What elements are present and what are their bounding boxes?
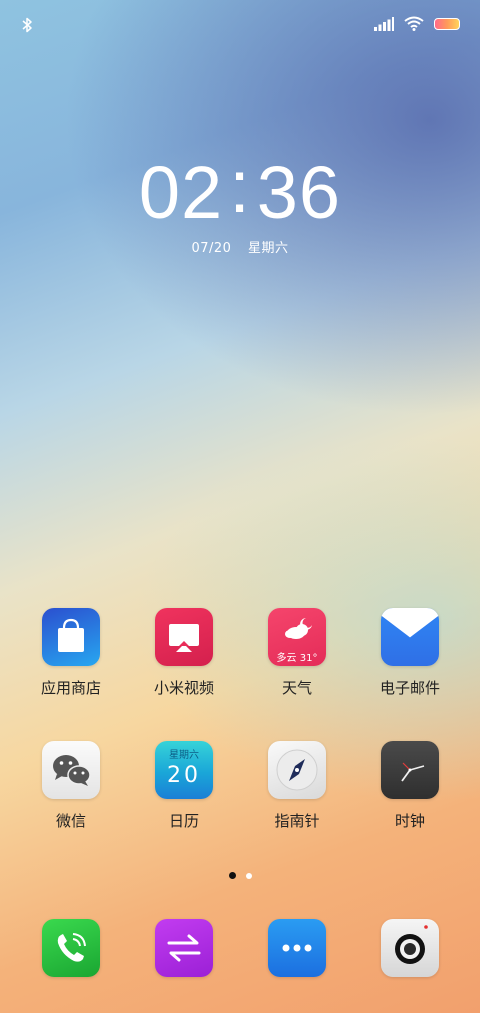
date-text: 07/20 bbox=[191, 241, 232, 256]
calendar-icon: 星期六 20 bbox=[155, 741, 213, 799]
page-indicator bbox=[0, 872, 480, 879]
app-mi-video[interactable]: 小米视频 bbox=[134, 608, 234, 698]
messages-dots-icon bbox=[268, 919, 326, 977]
app-label: 时钟 bbox=[394, 812, 425, 830]
app-label: 指南针 bbox=[274, 812, 320, 830]
calendar-weekday: 星期六 bbox=[169, 750, 199, 761]
clock-icon bbox=[381, 741, 439, 799]
dock-transfer[interactable] bbox=[134, 919, 234, 977]
app-calendar[interactable]: 星期六 20 日历 bbox=[134, 741, 234, 831]
weather-badge: 多云 31° bbox=[276, 653, 318, 664]
status-bar bbox=[0, 0, 480, 50]
app-label: 日历 bbox=[168, 812, 199, 830]
status-indicators bbox=[374, 16, 460, 31]
compass-icon bbox=[268, 741, 326, 799]
app-label: 电子邮件 bbox=[379, 679, 440, 697]
mail-envelope-icon bbox=[381, 608, 439, 666]
wechat-icon bbox=[42, 741, 100, 799]
bluetooth-icon bbox=[22, 17, 32, 33]
app-email[interactable]: 电子邮件 bbox=[360, 608, 460, 698]
date-row: 07/20 星期六 bbox=[0, 237, 480, 256]
clock-minutes: 36 bbox=[256, 151, 342, 234]
app-label: 应用商店 bbox=[40, 679, 101, 697]
transfer-arrows-icon bbox=[155, 919, 213, 977]
clock-colon: : bbox=[229, 145, 251, 228]
weather-cloud-moon-icon: 多云 31° bbox=[268, 608, 326, 666]
shopping-bag-icon bbox=[42, 608, 100, 666]
camera-icon bbox=[381, 919, 439, 977]
page-dot-2[interactable] bbox=[245, 872, 252, 879]
app-clock[interactable]: 时钟 bbox=[360, 741, 460, 831]
page-dot-1[interactable] bbox=[228, 872, 236, 879]
app-label: 小米视频 bbox=[153, 679, 214, 697]
phone-icon bbox=[42, 919, 100, 977]
lock-clock: 02:36 bbox=[0, 145, 480, 235]
app-label: 微信 bbox=[55, 812, 86, 830]
app-app-store[interactable]: 应用商店 bbox=[21, 608, 121, 698]
tv-icon bbox=[155, 608, 213, 666]
app-wechat[interactable]: 微信 bbox=[21, 741, 121, 831]
clock-hours: 02 bbox=[138, 151, 224, 234]
app-weather[interactable]: 多云 31° 天气 bbox=[247, 608, 347, 698]
dock-phone[interactable] bbox=[21, 919, 121, 977]
battery-icon bbox=[434, 17, 460, 30]
dock-messages[interactable] bbox=[247, 919, 347, 977]
calendar-day: 20 bbox=[167, 763, 201, 788]
weekday-text: 星期六 bbox=[248, 241, 289, 256]
app-label: 天气 bbox=[281, 679, 312, 697]
signal-icon bbox=[374, 16, 394, 31]
app-compass[interactable]: 指南针 bbox=[247, 741, 347, 831]
wifi-icon bbox=[404, 16, 424, 31]
dock-camera[interactable] bbox=[360, 919, 460, 977]
